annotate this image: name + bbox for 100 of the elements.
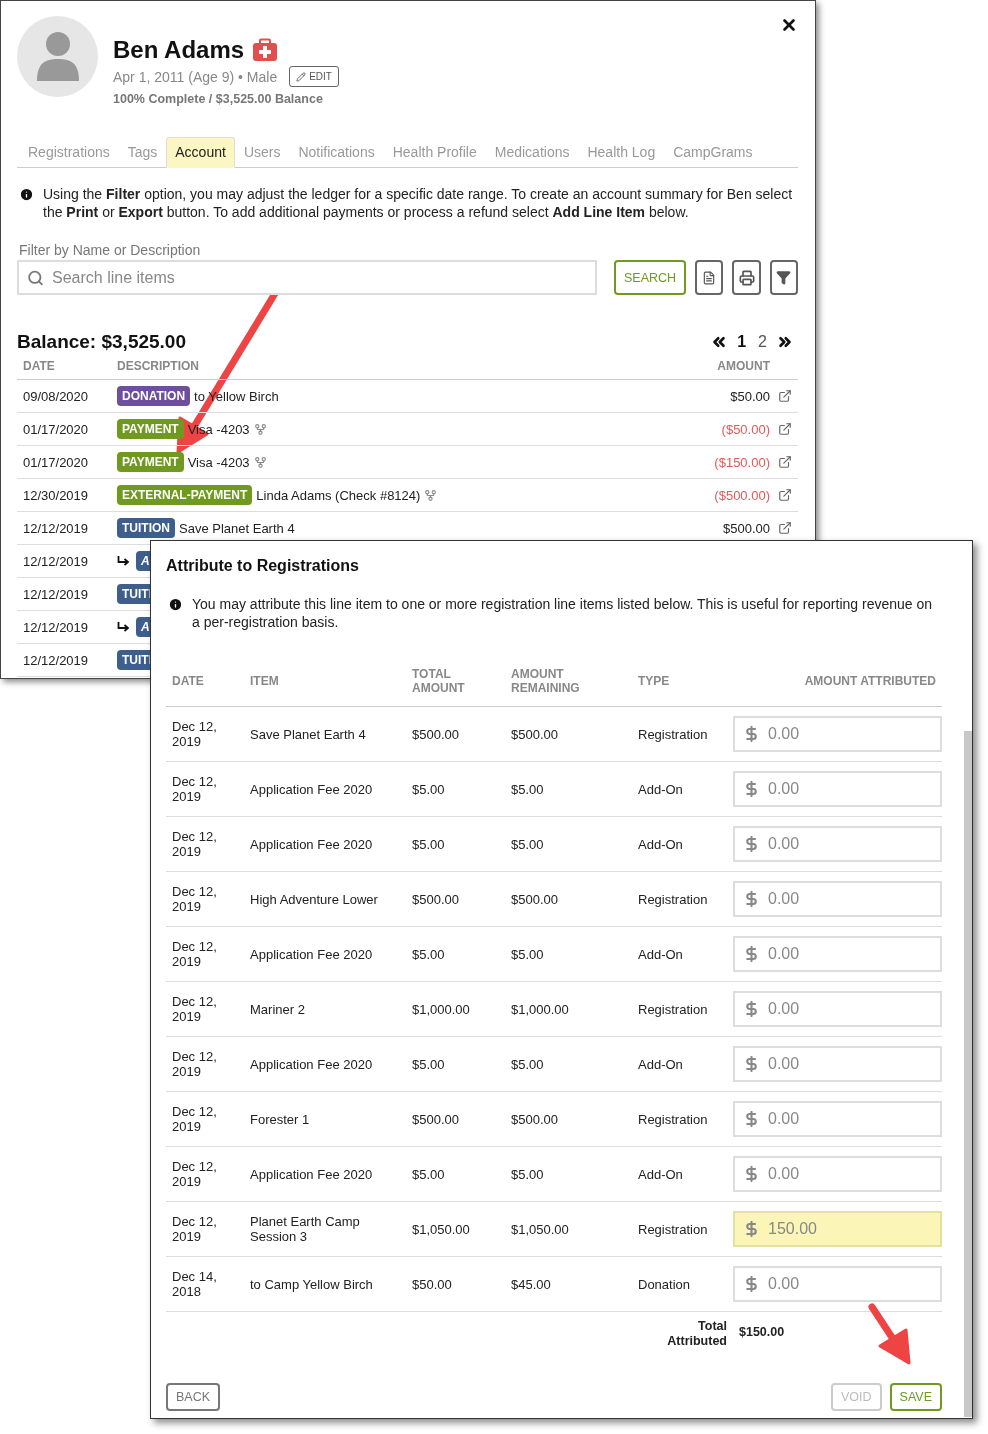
item-cell-text: to Camp Yellow Birch: [250, 1276, 374, 1292]
dollar-icon: [743, 1275, 760, 1293]
column-header: DATE: [23, 359, 56, 375]
amount-field[interactable]: 0.00: [733, 1046, 942, 1082]
total-amount-cell-text: $5.00: [412, 1056, 446, 1072]
scrollbar[interactable]: [964, 731, 972, 1417]
date-cell-text: 12/12/2019: [23, 652, 90, 668]
amount-field[interactable]: 0.00: [733, 1101, 942, 1137]
total-value: $150.00: [738, 1325, 786, 1339]
date-cell-text: 12/12/2019: [23, 586, 90, 602]
remaining-amount-cell-text: $1,000.00: [511, 1001, 570, 1017]
dollar-icon: [743, 1165, 760, 1183]
type-cell-text: Registration: [638, 891, 709, 907]
column-header: AMOUNT: [716, 359, 771, 375]
type-cell-text: Donation: [638, 1276, 692, 1292]
date-cell-text: 09/08/2020: [23, 388, 90, 404]
dialog-info-text: You may attribute this line item to one or more registration line items listed below. This is useful for reporting revenue on a per-registration basis.: [192, 595, 934, 631]
page-link[interactable]: 2: [755, 333, 770, 351]
column-header: DESCRIPTION: [117, 359, 200, 375]
amount-field[interactable]: 150.00: [733, 1211, 942, 1247]
search-field[interactable]: Search line items: [17, 260, 597, 295]
total-amount-cell-text: $500.00: [412, 1111, 460, 1127]
tab[interactable]: Account: [166, 137, 235, 168]
type-badge: EXTERNAL-PAYMENT: [117, 485, 253, 505]
tab[interactable]: Medications: [485, 137, 579, 168]
edit-button[interactable]: EDIT: [289, 66, 339, 87]
document-icon: [702, 270, 717, 285]
column-header: ITEM: [250, 673, 279, 688]
total-amount-cell-text: $500.00: [412, 891, 460, 907]
open-link-icon[interactable]: [778, 455, 792, 469]
amount-field[interactable]: 0.00: [733, 881, 942, 917]
dollar-icon: [743, 1110, 760, 1128]
amount-cell: $500.00: [723, 520, 770, 536]
page-link[interactable]: 1: [734, 333, 750, 351]
item-cell-text: High Adventure Lower: [250, 891, 379, 907]
tab[interactable]: Notifications: [289, 137, 384, 168]
type-cell-text: Registration: [638, 1111, 709, 1127]
tab[interactable]: CampGrams: [664, 137, 762, 168]
dialog-title: Attribute to Registrations: [166, 557, 360, 575]
dollar-icon: [743, 1220, 760, 1238]
total-amount-cell-text: $5.00: [412, 946, 446, 962]
column-header: TOTAL AMOUNT: [412, 666, 466, 695]
type-cell-text: Registration: [638, 1221, 709, 1237]
amount-field[interactable]: 0.00: [733, 716, 942, 752]
back-button[interactable]: BACK: [166, 1383, 221, 1411]
person-name: Ben Adams: [113, 36, 245, 64]
amount-field[interactable]: 0.00: [733, 771, 942, 807]
total-amount-cell-text: $5.00: [412, 1166, 446, 1182]
print-button[interactable]: [732, 260, 761, 295]
dialog-button[interactable]: SAVE: [889, 1383, 942, 1411]
type-cell-text: Add-On: [638, 946, 684, 962]
person-details: Apr 1, 2011 (Age 9) • Male: [113, 68, 278, 85]
item-cell-text: Application Fee 2020: [250, 1056, 374, 1072]
search-icon: [27, 269, 44, 286]
sub-item-arrow-icon: [117, 622, 131, 632]
date-cell-text: 01/17/2020: [23, 454, 90, 470]
date-cell-text: 12/12/2019: [23, 553, 90, 569]
item-cell-text: Application Fee 2020: [250, 781, 374, 797]
total-amount-cell-text: $50.00: [412, 1276, 453, 1292]
item-cell-text: Application Fee 2020: [250, 946, 374, 962]
tab[interactable]: Health Profile: [383, 137, 486, 168]
tab[interactable]: Tags: [118, 137, 167, 168]
item-cell-text: Save Planet Earth 4: [250, 726, 367, 742]
item-cell-text: Application Fee 2020: [250, 836, 374, 852]
date-cell-text: Dec 12, 2019: [172, 939, 218, 969]
date-cell-text: Dec 12, 2019: [172, 1214, 218, 1244]
amount-field[interactable]: 0.00: [733, 1156, 942, 1192]
date-cell-text: Dec 12, 2019: [172, 884, 218, 914]
filter-button[interactable]: [769, 260, 798, 295]
open-link-icon[interactable]: [778, 488, 792, 502]
close-button[interactable]: [780, 16, 798, 34]
export-button[interactable]: [695, 260, 724, 295]
type-badge: PAYMENT: [117, 419, 184, 439]
dollar-icon: [743, 725, 760, 743]
amount-field[interactable]: 0.00: [733, 826, 942, 862]
amount-field[interactable]: 0.00: [733, 991, 942, 1027]
amount-field[interactable]: 0.00: [733, 1266, 942, 1302]
search-button[interactable]: SEARCH: [614, 260, 687, 295]
remaining-amount-cell-text: $5.00: [511, 781, 545, 797]
date-cell-text: Dec 12, 2019: [172, 719, 218, 749]
total-amount-cell-text: $1,000.00: [412, 1001, 471, 1017]
remaining-amount-cell-text: $500.00: [511, 726, 559, 742]
tab[interactable]: Users: [234, 137, 290, 168]
type-cell-text: Add-On: [638, 781, 684, 797]
open-link-icon[interactable]: [778, 389, 792, 403]
description-cell: Linda Adams (Check #8124): [256, 487, 421, 503]
tab[interactable]: Health Log: [578, 137, 665, 168]
pencil-icon: [296, 71, 307, 82]
item-cell-text: Mariner 2: [250, 1001, 306, 1017]
sub-item-arrow-icon: [117, 556, 131, 566]
remaining-amount-cell-text: $500.00: [511, 1111, 559, 1127]
amount-field[interactable]: 0.00: [733, 936, 942, 972]
tab[interactable]: Registrations: [19, 137, 119, 168]
amount-cell: ($150.00): [714, 454, 770, 470]
filter-icon: [776, 270, 792, 285]
date-cell-text: Dec 12, 2019: [172, 1049, 218, 1079]
open-link-icon[interactable]: [778, 422, 792, 436]
date-cell-text: Dec 12, 2019: [172, 1104, 218, 1134]
open-link-icon[interactable]: [778, 521, 792, 535]
remaining-amount-cell-text: $5.00: [511, 836, 545, 852]
